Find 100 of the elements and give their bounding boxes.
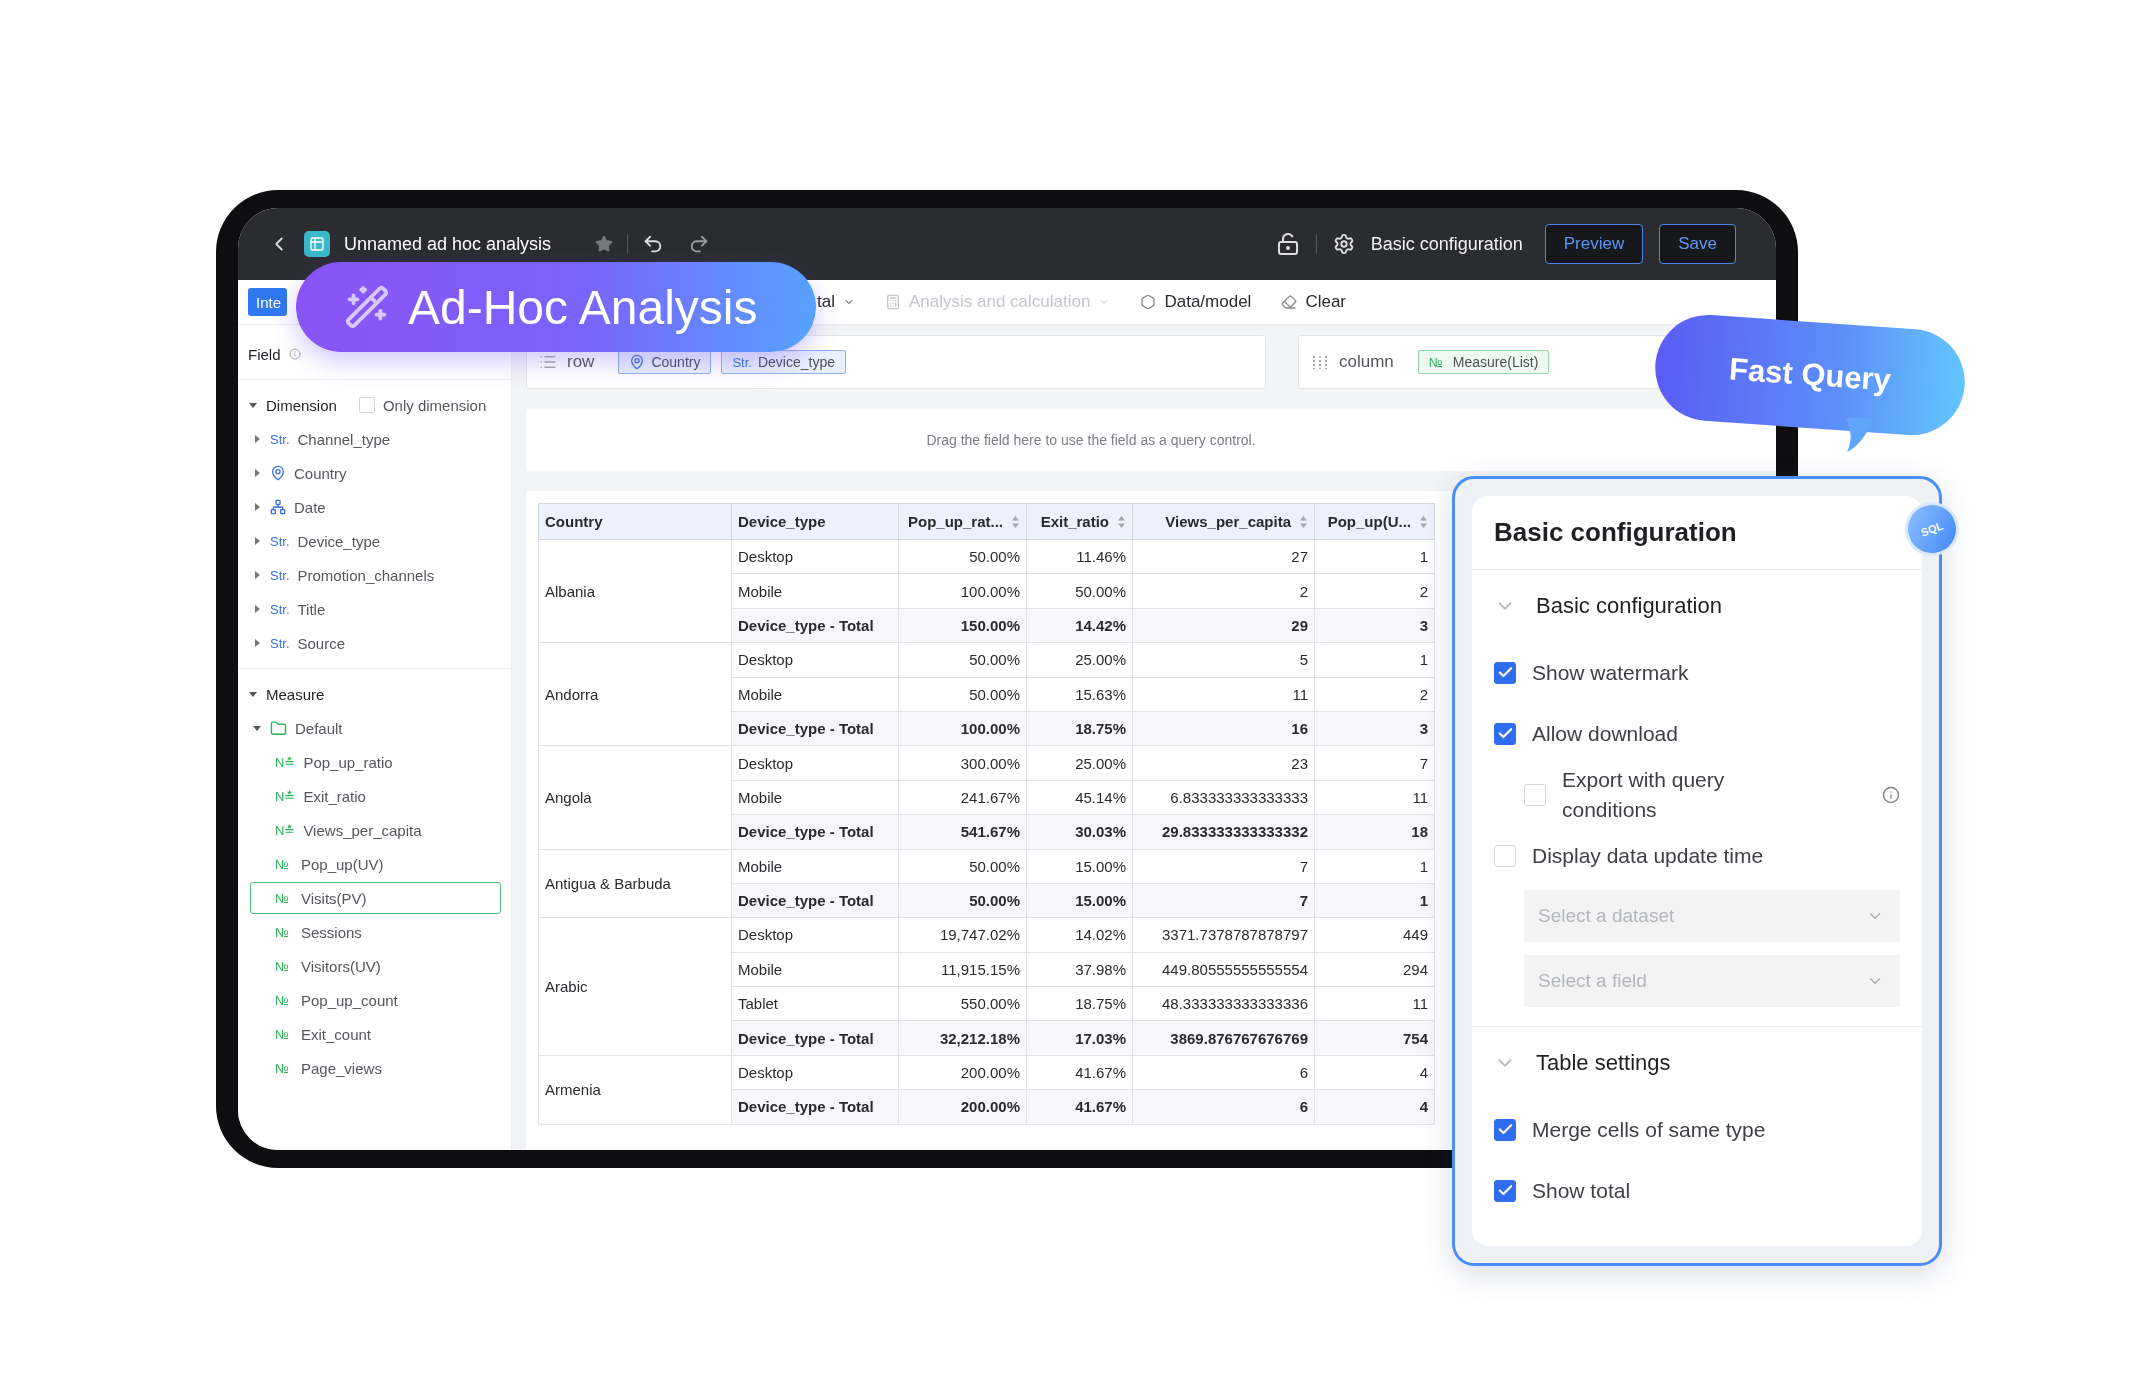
table-cell: 11.46% [1026,539,1133,574]
checkbox-label: Allow download [1532,720,1678,747]
type-label: Str. [270,601,290,617]
column-header[interactable]: Views_per_capita [1132,503,1315,540]
checkbox-label: Show total [1532,1177,1631,1204]
measure-item[interactable]: № Visits(PV) [250,882,501,914]
table-cell: Antigua & Barbuda [538,849,732,918]
table-cell: 754 [1314,1020,1435,1056]
table-cell: 3 [1314,608,1435,643]
measure-item[interactable]: № Pop_up(UV) [250,848,501,880]
column-header[interactable]: Exit_ratio [1026,503,1133,540]
table-cell: 449.80555555555554 [1132,952,1315,987]
settings-icon[interactable] [1332,233,1355,255]
measure-item[interactable]: № Visitors(UV) [250,950,501,982]
column-header[interactable]: Pop_up(U... [1314,503,1435,540]
data-model-button[interactable]: Data/model [1140,292,1252,312]
table-cell: 32,212.18% [898,1020,1027,1056]
measure-item[interactable]: № Pop_up_count [250,984,501,1016]
checkbox-label: Display data update time [1532,842,1764,869]
field-item[interactable]: Promotion_channels [297,566,435,584]
list-icon [539,353,557,371]
table-cell: 7 [1132,849,1315,884]
table-cell: 18 [1314,814,1435,849]
field-chip[interactable]: Str. Device_type [721,350,846,374]
field-item[interactable]: Channel_type [297,430,391,448]
field-chip[interactable]: № Measure(List) [1417,350,1550,374]
field-item[interactable]: Country [294,464,347,482]
type-label: Str. [270,567,290,583]
settings-label[interactable]: Basic configuration [1370,233,1523,255]
measure-item[interactable]: N≛ Views_per_capita [250,814,501,846]
field-item[interactable]: Title [297,600,326,618]
table-cell: 30.03% [1026,814,1133,849]
caret-right-icon[interactable] [252,502,262,512]
checkbox[interactable] [1494,661,1516,684]
checkbox-label: Merge cells of same type [1532,1116,1766,1143]
caret-down-icon[interactable] [252,723,262,733]
table-cell: Device_type - Total [731,883,899,918]
table-cell: 15.63% [1026,677,1133,712]
caret-right-icon[interactable] [252,604,262,614]
caret-right-icon[interactable] [252,570,262,580]
table-cell: 3 [1314,711,1435,746]
table-cell: 11 [1132,677,1315,712]
field-item[interactable]: Date [294,498,326,516]
columns-icon [1311,353,1329,371]
map-pin-icon [270,465,286,481]
caret-down-icon[interactable] [248,689,258,699]
caret-right-icon[interactable] [252,638,262,648]
hierarchy-icon [270,499,286,515]
table-cell: Angola [538,745,732,849]
measure-item[interactable]: N≛ Exit_ratio [250,780,501,812]
table-cell: 300.00% [898,745,1027,781]
table-cell: 16 [1132,711,1315,746]
checkbox[interactable] [1494,722,1516,745]
preview-button[interactable]: Preview [1544,224,1644,264]
table-cell: 50.00% [898,539,1027,574]
caret-right-icon[interactable] [252,536,262,546]
measure-item[interactable]: № Exit_count [250,1018,501,1050]
field-chip[interactable]: Country [618,350,712,374]
table-cell: 100.00% [898,573,1027,609]
field-item[interactable]: Source [297,634,346,652]
type-label: № [1428,354,1444,370]
save-button[interactable]: Save [1659,224,1736,264]
measure-item[interactable]: N≛ Pop_up_ratio [250,746,501,778]
folder-label[interactable]: Default [295,719,343,737]
checkbox-label: Show watermark [1532,659,1689,686]
table-cell: Mobile [731,952,899,987]
table-cell: Desktop [731,745,899,781]
lock-icon[interactable] [1275,232,1300,256]
checkbox[interactable] [1494,1179,1516,1202]
table-cell: Device_type - Total [731,711,899,746]
checkbox[interactable] [1494,1118,1516,1141]
table-cell: 50.00% [1026,573,1133,609]
caret-right-icon[interactable] [252,434,262,444]
mode-button[interactable]: Inte [248,288,288,316]
measure-item[interactable]: № Sessions [250,916,501,948]
section-title[interactable]: Basic configuration [1536,593,1722,619]
clear-button[interactable]: Clear [1281,292,1346,312]
measure-item[interactable]: № Page_views [250,1052,501,1084]
menu-button[interactable]: tal [817,292,855,312]
magic-wand-icon [344,284,390,330]
eraser-icon [1281,294,1298,310]
table-cell: Albania [538,539,732,643]
table-cell: Device_type - Total [731,1020,899,1056]
folder-icon [270,719,287,737]
table-cell: 100.00% [898,711,1027,746]
hexagon-icon [1140,294,1157,310]
table-cell: 1 [1314,539,1435,574]
table-cell: 29.833333333333332 [1132,814,1315,849]
caret-down-icon[interactable] [248,400,258,410]
table-cell: 48.333333333333336 [1132,986,1315,1021]
column-header[interactable]: Country [538,503,732,540]
field-item[interactable]: Device_type [297,532,381,550]
star-icon[interactable] [595,235,614,253]
column-header[interactable]: Pop_up_rat... [898,503,1027,540]
table-cell: Desktop [731,1055,899,1090]
caret-right-icon[interactable] [252,468,262,478]
table-cell: 541.67% [898,814,1027,849]
column-header[interactable]: Device_type [731,503,899,540]
section-title[interactable]: Table settings [1536,1050,1671,1076]
table-cell: 150.00% [898,608,1027,643]
